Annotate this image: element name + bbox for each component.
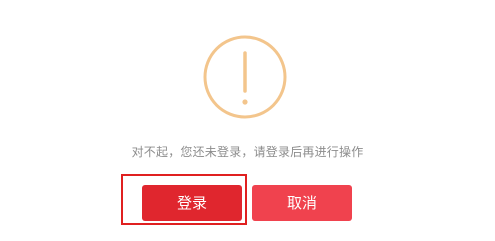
login-required-message: 对不起，您还未登录，请登录后再进行操作: [131, 145, 364, 159]
exclamation-circle-icon: [203, 35, 287, 119]
login-required-dialog: 对不起，您还未登录，请登录后再进行操作 登录 取消: [0, 0, 495, 241]
cancel-button[interactable]: 取消: [252, 185, 352, 221]
login-button[interactable]: 登录: [142, 185, 242, 221]
